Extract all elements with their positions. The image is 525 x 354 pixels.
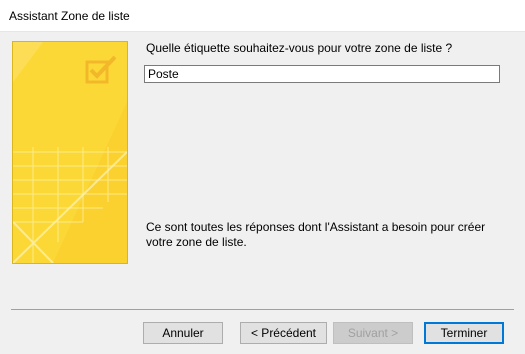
- window-title: Assistant Zone de liste: [9, 9, 130, 23]
- checkbox-check-icon: [85, 55, 117, 84]
- wizard-banner: [12, 41, 128, 264]
- button-separator: [11, 309, 514, 310]
- list-label-input[interactable]: [144, 65, 500, 83]
- next-button[interactable]: Suivant >: [333, 322, 413, 344]
- cancel-button[interactable]: Annuler: [143, 322, 223, 344]
- info-line-1: Ce sont toutes les réponses dont l'Assis…: [146, 220, 486, 234]
- finish-button[interactable]: Terminer: [424, 322, 504, 344]
- title-bar: Assistant Zone de liste: [0, 0, 525, 32]
- info-line-2: votre zone de liste.: [146, 235, 247, 249]
- previous-button[interactable]: < Précédent: [240, 322, 327, 344]
- label-question: Quelle étiquette souhaitez-vous pour vot…: [146, 41, 453, 55]
- completion-info: Ce sont toutes les réponses dont l'Assis…: [146, 220, 506, 250]
